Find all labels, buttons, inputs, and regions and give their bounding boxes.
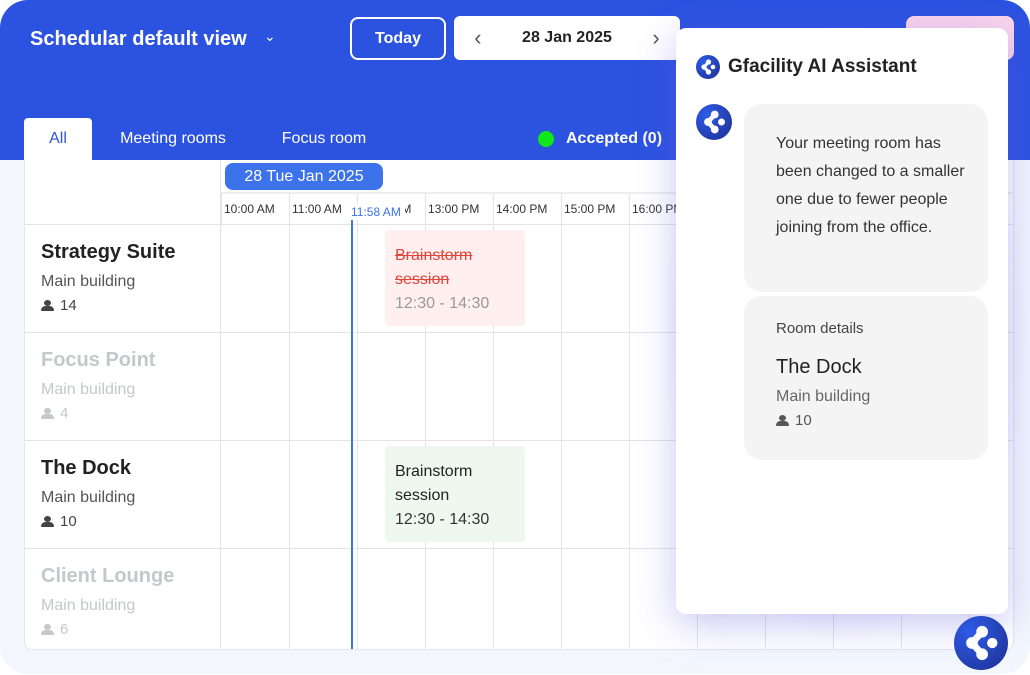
tab-all[interactable]: All — [24, 118, 92, 160]
room-details-capacity: 10 — [795, 412, 812, 429]
day-chip: 28 Tue Jan 2025 — [225, 163, 383, 190]
event-time: 12:30 - 14:30 — [395, 295, 490, 312]
person-icon — [41, 300, 54, 311]
person-icon — [41, 516, 54, 527]
tab-meeting-rooms[interactable]: Meeting rooms — [104, 118, 242, 160]
event-title: Brainstorm session — [395, 463, 473, 504]
chevron-right-icon[interactable]: › — [652, 25, 659, 51]
event-time: 12:30 - 14:30 — [395, 511, 490, 528]
hour-label: 14:00 PM — [493, 194, 561, 226]
view-title[interactable]: Schedular default view — [30, 28, 247, 51]
date-navigator: ‹ 28 Jan 2025 › — [454, 16, 680, 60]
today-button[interactable]: Today — [350, 17, 446, 60]
hour-label: 10:00 AM — [221, 194, 289, 226]
room-details-name: The Dock — [776, 356, 862, 378]
event-block[interactable]: Brainstorm session 12:30 - 14:30 — [385, 446, 525, 542]
current-time-label: 11:58 AM — [347, 204, 405, 220]
room-name: Client Lounge — [41, 565, 175, 587]
assistant-logo-icon — [696, 55, 720, 79]
room-name: The Dock — [41, 457, 132, 479]
room-building: Main building — [41, 381, 136, 398]
room-details-label: Room details — [776, 320, 864, 337]
hour-label: 15:00 PM — [561, 194, 629, 226]
accepted-legend: Accepted (0) — [538, 130, 662, 148]
room-capacity: 4 — [60, 405, 69, 422]
accepted-label: Accepted (0) — [566, 130, 663, 147]
assistant-avatar-icon — [696, 104, 732, 140]
current-time-line — [351, 212, 353, 649]
current-date: 28 Jan 2025 — [522, 29, 612, 46]
room-building: Main building — [41, 597, 136, 614]
ai-assistant-panel: Gfacility AI Assistant Your meeting room… — [676, 28, 1008, 614]
person-icon — [41, 408, 54, 419]
event-title: Brainstorm session — [395, 247, 473, 288]
room-capacity: 14 — [60, 297, 77, 314]
room-building: Main building — [41, 273, 136, 290]
chevron-left-icon[interactable]: ‹ — [474, 25, 481, 51]
room-capacity: 10 — [60, 513, 77, 530]
assistant-fab-icon[interactable] — [954, 616, 1008, 670]
room-capacity: 6 — [60, 621, 69, 638]
message-text: Your meeting room has been changed to a … — [776, 135, 965, 236]
room-details-card[interactable]: Room details The Dock Main building 10 — [744, 296, 988, 460]
room-name: Focus Point — [41, 349, 156, 371]
room-details-building: Main building — [776, 388, 871, 405]
hour-label: 13:00 PM — [425, 194, 493, 226]
tab-focus-room[interactable]: Focus room — [266, 118, 382, 160]
person-icon — [41, 624, 54, 635]
event-block-cancelled[interactable]: Brainstorm session 12:30 - 14:30 — [385, 230, 525, 326]
person-icon — [776, 415, 789, 426]
room-name: Strategy Suite — [41, 241, 176, 263]
assistant-message: Your meeting room has been changed to a … — [744, 104, 988, 292]
assistant-title: Gfacility AI Assistant — [728, 56, 917, 77]
status-dot-icon — [538, 131, 554, 147]
chevron-down-icon[interactable]: ⌄ — [264, 28, 276, 45]
room-building: Main building — [41, 489, 136, 506]
